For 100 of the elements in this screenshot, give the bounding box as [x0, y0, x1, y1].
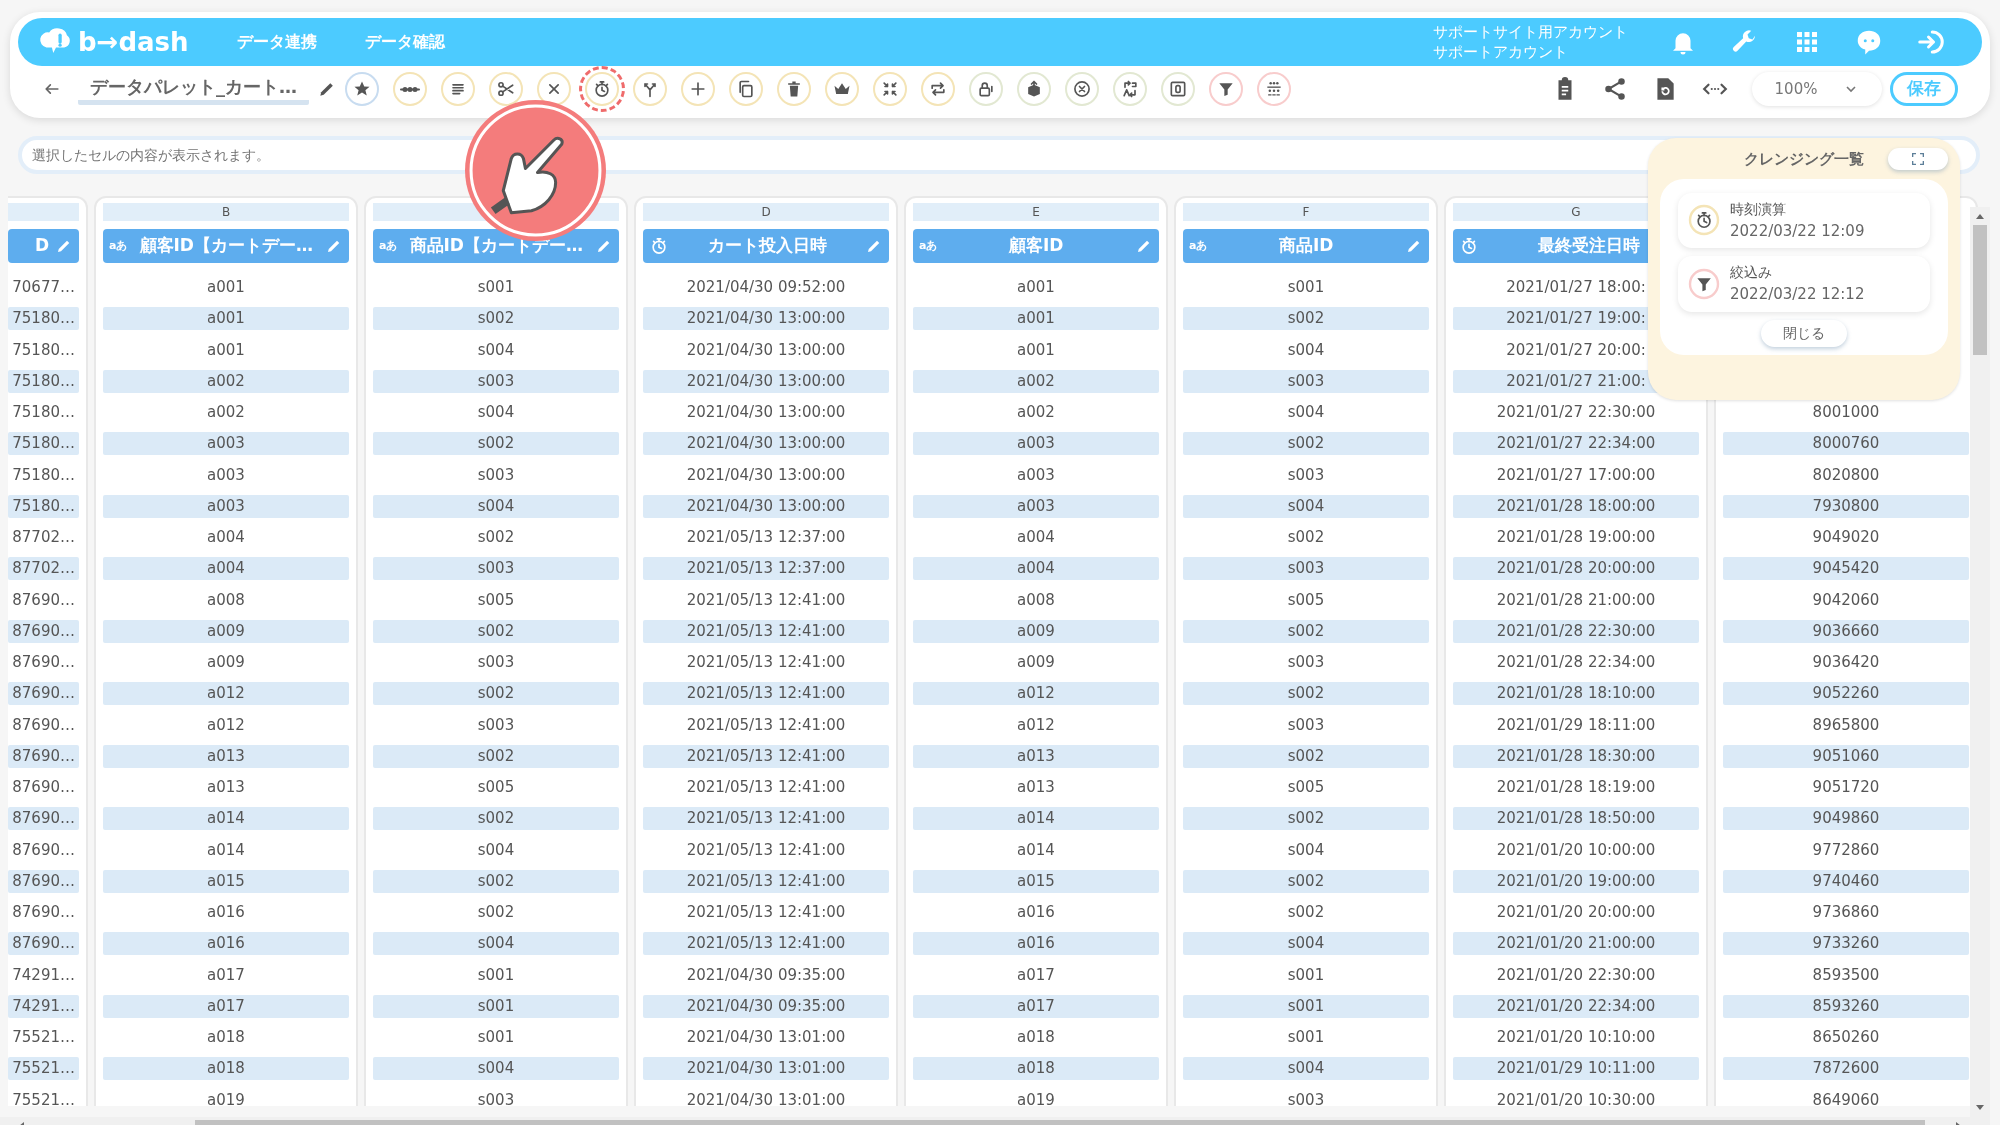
table-cell[interactable]: a013 — [913, 744, 1159, 768]
table-cell[interactable]: 75180… — [8, 494, 79, 518]
table-cell[interactable]: a002 — [913, 401, 1159, 425]
table-cell[interactable]: s005 — [1183, 588, 1429, 612]
table-cell[interactable]: 8593260 — [1723, 994, 1969, 1018]
table-cell[interactable]: 8000760 — [1723, 432, 1969, 456]
table-cell[interactable]: s003 — [1183, 713, 1429, 737]
table-cell[interactable]: a014 — [103, 807, 349, 831]
table-cell[interactable]: 2021/04/30 09:52:00 — [643, 276, 889, 300]
table-cell[interactable]: 2021/01/28 21:00:00 — [1453, 588, 1699, 612]
table-cell[interactable]: 2021/01/28 19:00:00 — [1453, 526, 1699, 550]
table-cell[interactable]: a001 — [103, 307, 349, 331]
table-cell[interactable]: 2021/01/20 10:10:00 — [1453, 1026, 1699, 1050]
table-cell[interactable]: 2021/05/13 12:41:00 — [643, 869, 889, 893]
table-cell[interactable]: 2021/01/20 22:30:00 — [1453, 963, 1699, 987]
table-cell[interactable]: a004 — [913, 557, 1159, 581]
table-cell[interactable]: 2021/05/13 12:41:00 — [643, 901, 889, 925]
table-cell[interactable]: s001 — [1183, 1026, 1429, 1050]
table-cell[interactable]: 2021/04/30 13:00:00 — [643, 401, 889, 425]
arrows-button[interactable] — [1113, 72, 1147, 106]
table-cell[interactable]: 75180… — [8, 369, 79, 393]
table-cell[interactable]: s002 — [1183, 526, 1429, 550]
table-cell[interactable]: a017 — [913, 963, 1159, 987]
table-cell[interactable]: 8020800 — [1723, 463, 1969, 487]
table-cell[interactable]: a008 — [103, 588, 349, 612]
table-cell[interactable]: 2021/05/13 12:41:00 — [643, 838, 889, 862]
table-cell[interactable]: 9772860 — [1723, 838, 1969, 862]
table-cell[interactable]: s001 — [373, 963, 619, 987]
table-cell[interactable]: 2021/01/28 18:10:00 — [1453, 682, 1699, 706]
table-cell[interactable]: 2021/04/30 13:01:00 — [643, 1088, 889, 1106]
table-cell[interactable]: a013 — [103, 776, 349, 800]
table-cell[interactable]: a001 — [913, 307, 1159, 331]
table-cell[interactable]: 9049020 — [1723, 526, 1969, 550]
table-cell[interactable]: s002 — [373, 432, 619, 456]
table-cell[interactable]: s002 — [373, 744, 619, 768]
table-cell[interactable]: a001 — [103, 338, 349, 362]
table-cell[interactable]: 74291… — [8, 963, 79, 987]
table-cell[interactable]: a009 — [913, 651, 1159, 675]
table-cell[interactable]: 8649060 — [1723, 1088, 1969, 1106]
table-cell[interactable]: a018 — [103, 1026, 349, 1050]
table-cell[interactable]: a012 — [103, 713, 349, 737]
star-button[interactable] — [345, 72, 379, 106]
table-cell[interactable]: 2021/05/13 12:41:00 — [643, 588, 889, 612]
table-cell[interactable]: a017 — [103, 994, 349, 1018]
table-cell[interactable]: s002 — [1183, 619, 1429, 643]
share-button[interactable] — [1602, 76, 1628, 102]
table-cell[interactable]: 9051060 — [1723, 744, 1969, 768]
table-cell[interactable]: a003 — [913, 494, 1159, 518]
table-cell[interactable]: a013 — [103, 744, 349, 768]
table-cell[interactable]: 2021/04/30 13:00:00 — [643, 432, 889, 456]
table-cell[interactable]: 9740460 — [1723, 869, 1969, 893]
fork-button[interactable] — [633, 72, 667, 106]
table-cell[interactable]: a001 — [103, 276, 349, 300]
table-cell[interactable]: 2021/04/30 09:35:00 — [643, 963, 889, 987]
crown-button[interactable] — [825, 72, 859, 106]
table-cell[interactable]: s002 — [1183, 807, 1429, 831]
table-cell[interactable]: s002 — [373, 307, 619, 331]
table-cell[interactable]: a002 — [913, 369, 1159, 393]
cleansing-item[interactable]: 絞込み 2022/03/22 12:12 — [1678, 256, 1930, 312]
collapse-button[interactable] — [873, 72, 907, 106]
close-button[interactable]: 閉じる — [1761, 319, 1847, 347]
table-cell[interactable]: 87690… — [8, 713, 79, 737]
table-cell[interactable]: 87690… — [8, 619, 79, 643]
table-cell[interactable]: s004 — [1183, 932, 1429, 956]
table-cell[interactable]: a004 — [103, 526, 349, 550]
table-cell[interactable]: s004 — [1183, 401, 1429, 425]
table-cell[interactable]: 9736860 — [1723, 901, 1969, 925]
table-cell[interactable]: a004 — [913, 526, 1159, 550]
table-cell[interactable]: s001 — [373, 1026, 619, 1050]
lock-button[interactable] — [969, 72, 1003, 106]
table-cell[interactable]: a003 — [913, 432, 1159, 456]
table-cell[interactable]: 2021/04/30 13:00:00 — [643, 369, 889, 393]
table-cell[interactable]: s002 — [373, 901, 619, 925]
table-cell[interactable]: s003 — [1183, 1088, 1429, 1106]
zoom-select[interactable]: 100% — [1752, 72, 1882, 106]
table-cell[interactable]: 2021/01/28 22:30:00 — [1453, 619, 1699, 643]
table-cell[interactable]: 87690… — [8, 744, 79, 768]
table-cell[interactable]: 70677… — [8, 276, 79, 300]
box-button[interactable] — [1017, 72, 1051, 106]
table-cell[interactable]: a019 — [913, 1088, 1159, 1106]
table-cell[interactable]: 87690… — [8, 869, 79, 893]
table-cell[interactable]: s004 — [1183, 1057, 1429, 1081]
plus-button[interactable] — [681, 72, 715, 106]
table-cell[interactable]: s002 — [1183, 901, 1429, 925]
table-cell[interactable]: 2021/01/20 19:00:00 — [1453, 869, 1699, 893]
table-cell[interactable]: s003 — [1183, 557, 1429, 581]
table-cell[interactable]: 75180… — [8, 432, 79, 456]
table-cell[interactable]: 2021/01/29 18:11:00 — [1453, 713, 1699, 737]
trash-button[interactable] — [777, 72, 811, 106]
table-cell[interactable]: s002 — [1183, 869, 1429, 893]
table-cell[interactable]: 87702… — [8, 557, 79, 581]
table-cell[interactable]: a017 — [103, 963, 349, 987]
dotted-line-button[interactable] — [393, 72, 427, 106]
table-cell[interactable]: 2021/04/30 13:00:00 — [643, 338, 889, 362]
table-cell[interactable]: a002 — [103, 369, 349, 393]
table-cell[interactable]: a008 — [913, 588, 1159, 612]
table-cell[interactable]: a018 — [913, 1026, 1159, 1050]
cross-button[interactable] — [537, 72, 571, 106]
table-cell[interactable]: a015 — [103, 869, 349, 893]
table-cell[interactable]: 2021/01/20 10:30:00 — [1453, 1088, 1699, 1106]
